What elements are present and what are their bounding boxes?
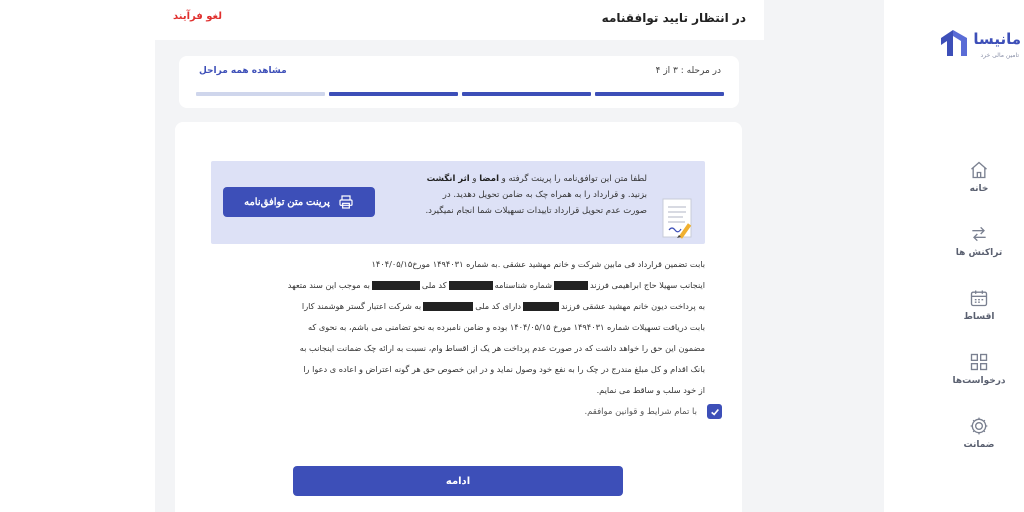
brand-logo-icon [941,30,967,56]
sidebar-item-requests[interactable]: درخواست‌ها [919,352,1024,416]
agreement-line: بانک اقدام و کل مبلغ مندرج در چک را به ن… [303,364,705,374]
printer-icon [339,195,353,209]
calendar-icon [970,290,988,307]
redacted-block [371,281,420,290]
brand-name: مانیسا [973,30,1021,48]
agreement-line: بابت دریافت تسهیلات شماره ۱۴۹۴۰۳۱ مورخ ۱… [307,322,705,332]
sidebar-nav: خانه تراکنش ها اقساط درخواست‌ها ضمانت [919,160,1024,480]
agreement-line: از خود سلب و ساقط می نمایم. [596,385,705,395]
sidebar-item-label: درخواست‌ها [952,376,1006,386]
continue-button[interactable]: ادامه [293,466,623,496]
agreement-card: لطفا متن این توافق‌نامه را پرینت گرفته و… [175,122,742,512]
brand-tagline: تامین مالی خرد [980,52,1019,59]
cancel-process-link[interactable]: لغو فرآیند [173,11,222,22]
badge-icon [970,417,988,435]
sidebar-item-transactions[interactable]: تراکنش ها [919,224,1024,288]
step-bar-4 [196,92,325,96]
notice-text-bold: اثر انگشت [426,174,470,184]
view-all-steps-link[interactable]: مشاهده همه مراحل [199,66,287,76]
print-agreement-label: پرینت متن توافق‌نامه [244,196,330,208]
sidebar-item-installments[interactable]: اقساط [919,288,1024,352]
app-frame: مانیسا تامین مالی خرد خانه تراکنش ها اقس… [155,0,1024,512]
agreement-text-part: شماره شناسنامه [494,280,552,290]
agreement-text-part: دارای کد ملی [475,301,522,311]
terms-checkbox[interactable] [707,404,722,419]
print-notice-text: لطفا متن این توافق‌نامه را پرینت گرفته و… [397,171,647,219]
agreement-text-part: اینجانب سهیلا حاج ابراهیمی فرزند [589,280,705,290]
transfer-icon [972,226,986,242]
redacted-block [523,302,560,311]
redacted-block [448,281,493,290]
step-progress-text: در مرحله : ۳ از ۴ [655,66,721,76]
step-bar-3 [329,92,458,96]
redacted-block [423,302,474,311]
step-bar-2 [462,92,591,96]
agreement-text-part: کد ملی [421,280,447,290]
agreement-text-part: به شرکت اعتبار گستر هوشمند کارا [301,301,422,311]
notice-text-line: صورت عدم تحویل قرارداد تاییدات تسهیلات ش… [425,206,647,216]
step-bar-1 [595,92,724,96]
redacted-block [553,281,588,290]
notice-text-part: و [469,174,480,184]
sidebar-item-guarantee[interactable]: ضمانت [919,416,1024,480]
sidebar-item-label: خانه [969,184,989,194]
notice-text-part: لطفا متن این توافق‌نامه را پرینت گرفته و [498,174,647,184]
agreement-text: بابت تضمین قرارداد فی مابین شرکت و خانم … [211,254,705,401]
agreement-line: به پرداخت دیون خانم مهشید عشقی فرزند دارا… [211,296,705,317]
grid-icon [970,353,988,371]
sidebar-item-label: ضمانت [963,440,995,450]
sidebar-item-label: تراکنش ها [955,248,1003,258]
agreement-text-part: به پرداخت دیون خانم مهشید عشقی فرزند [561,301,705,311]
terms-label: با تمام شرایط و قوانین موافقم. [584,406,697,417]
page-header: در انتظار تایید توافقنامه لغو فرآیند [155,0,764,40]
sidebar-item-home[interactable]: خانه [919,160,1024,224]
steps-progress-card: در مرحله : ۳ از ۴ مشاهده همه مراحل [179,56,739,108]
notice-text-bold: امضا [479,174,499,184]
sidebar-item-label: اقساط [963,312,995,322]
agreement-text-part: به موجب این سند متعهد [287,280,370,290]
agreement-line: اینجانب سهیلا حاج ابراهیمی فرزند شماره شن… [211,275,705,296]
agreement-line: بابت تضمین قرارداد فی مابین شرکت و خانم … [371,259,705,269]
print-notice-box: لطفا متن این توافق‌نامه را پرینت گرفته و… [211,161,705,244]
print-agreement-button[interactable]: پرینت متن توافق‌نامه [223,187,375,217]
sidebar: مانیسا تامین مالی خرد خانه تراکنش ها اقس… [919,0,1024,512]
brand-logo[interactable]: مانیسا تامین مالی خرد [935,24,1024,64]
agreement-line: مضمون این حق را خواهد داشت که در صورت عد… [299,343,705,353]
terms-row: با تمام شرایط و قوانین موافقم. [584,404,722,419]
notice-text-line: بزنید. و قرارداد را به همراه چک به ضامن … [442,190,647,200]
document-signature-icon [662,198,692,239]
home-icon [971,161,987,179]
page-title: در انتظار تایید توافقنامه [601,11,746,25]
check-icon [710,408,719,416]
